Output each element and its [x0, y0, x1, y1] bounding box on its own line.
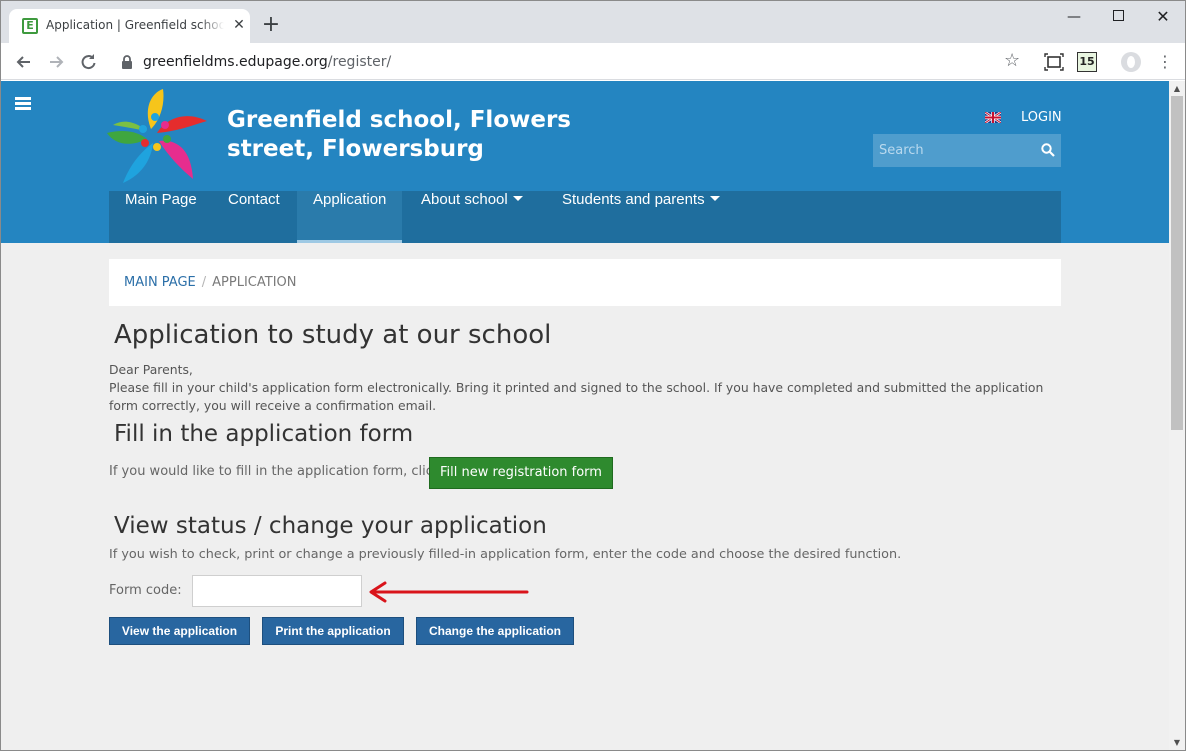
tab-title: Application | Greenfield school, Flowers… [46, 18, 224, 36]
page-scrollbar[interactable]: ▲ ▼ [1169, 81, 1185, 750]
close-window-button[interactable]: ✕ [1140, 7, 1185, 27]
red-arrow-annotation-icon [369, 581, 529, 603]
view-application-button[interactable]: View the application [109, 617, 250, 645]
browser-window: E Application | Greenfield school, Flowe… [0, 0, 1186, 751]
lock-icon [122, 55, 132, 69]
screen-capture-icon[interactable] [1044, 52, 1064, 72]
page-title: Application to study at our school [114, 320, 552, 350]
tab-close-icon[interactable]: ✕ [231, 17, 247, 33]
scroll-down-arrow-icon[interactable]: ▼ [1169, 736, 1185, 750]
url-path: /register/ [327, 54, 392, 70]
uk-flag-icon[interactable] [985, 112, 1001, 123]
maximize-window-button[interactable] [1095, 7, 1141, 27]
breadcrumb: MAIN PAGE / APPLICATION [109, 259, 1061, 306]
main-navigation: Main Page Contact Application About scho… [109, 191, 1061, 243]
tab-strip: E Application | Greenfield school, Flowe… [1, 1, 1185, 43]
scrollbar-thumb[interactable] [1171, 96, 1183, 430]
fill-form-text: If you would like to fill in the applica… [109, 464, 445, 479]
fill-new-registration-form-button[interactable]: Fill new registration form [429, 457, 613, 489]
nav-item-application[interactable]: Application [297, 191, 403, 243]
breadcrumb-separator: / [201, 275, 207, 290]
back-arrow-icon[interactable] [13, 51, 35, 73]
maximize-icon [1112, 10, 1124, 21]
url-domain: greenfieldms.edupage.org [143, 54, 328, 70]
url-text: greenfieldms.edupage.org/register/ [143, 54, 391, 70]
minimize-window-button[interactable]: — [1051, 7, 1097, 27]
search-placeholder: Search [879, 143, 924, 158]
print-application-button[interactable]: Print the application [262, 617, 404, 645]
breadcrumb-home-link[interactable]: MAIN PAGE [124, 275, 196, 290]
nav-item-students-and-parents-label: Students and parents [562, 191, 705, 208]
login-link[interactable]: LOGIN [1021, 110, 1062, 125]
view-status-text: If you wish to check, print or change a … [109, 547, 902, 562]
breadcrumb-current: APPLICATION [212, 275, 297, 290]
nav-item-about-school[interactable]: About school [405, 191, 539, 243]
search-icon[interactable] [1041, 143, 1055, 157]
school-logo[interactable] [107, 87, 213, 187]
site-header: Greenfield school, Flowers street, Flowe… [1, 81, 1169, 243]
fill-form-heading: Fill in the application form [114, 421, 414, 447]
nav-item-about-school-label: About school [421, 191, 508, 208]
calendar-extension-icon[interactable]: 15 [1077, 52, 1097, 72]
kebab-menu-icon[interactable]: ⋮ [1155, 52, 1175, 72]
search-input[interactable]: Search [873, 134, 1061, 167]
browser-toolbar: greenfieldms.edupage.org/register/ ☆ 15 … [1, 43, 1185, 80]
nav-item-main-page[interactable]: Main Page [109, 191, 213, 243]
school-name[interactable]: Greenfield school, Flowers street, Flowe… [227, 106, 607, 164]
intro-text: Dear Parents, Please fill in your child'… [109, 361, 1063, 415]
bookmark-star-icon[interactable]: ☆ [1004, 50, 1020, 71]
view-status-heading: View status / change your application [114, 513, 547, 539]
form-code-input[interactable] [192, 575, 362, 607]
browser-tab[interactable]: E Application | Greenfield school, Flowe… [9, 9, 250, 43]
reload-icon[interactable] [77, 51, 99, 73]
intro-greeting: Dear Parents, [109, 362, 193, 377]
intro-body: Please fill in your child's application … [109, 380, 1044, 413]
form-code-label: Form code: [109, 583, 182, 598]
nav-item-contact[interactable]: Contact [212, 191, 296, 243]
forward-arrow-icon[interactable] [45, 51, 67, 73]
profile-avatar-icon[interactable] [1121, 52, 1141, 72]
page-viewport: Greenfield school, Flowers street, Flowe… [1, 81, 1169, 750]
address-bar[interactable]: greenfieldms.edupage.org/register/ ☆ [111, 48, 1031, 76]
new-tab-plus-icon[interactable]: + [261, 14, 281, 36]
change-application-button[interactable]: Change the application [416, 617, 574, 645]
nav-item-students-and-parents[interactable]: Students and parents [546, 191, 736, 243]
caret-down-icon [709, 196, 720, 201]
edupage-favicon-icon: E [22, 18, 38, 34]
scroll-up-arrow-icon[interactable]: ▲ [1169, 82, 1185, 96]
caret-down-icon [512, 196, 523, 201]
hamburger-menu-icon[interactable] [15, 97, 33, 111]
